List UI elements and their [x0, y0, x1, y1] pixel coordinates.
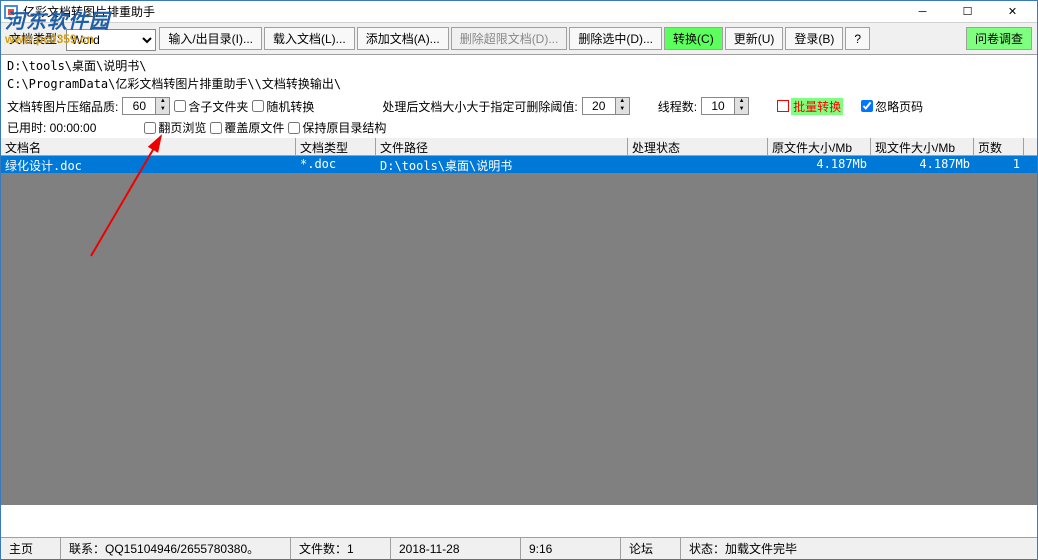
add-doc-button[interactable]: 添加文档(A)... [357, 27, 449, 50]
options-row-2: 已用时: 00:00:00 翻页浏览 覆盖原文件 保持原目录结构 [1, 117, 1037, 138]
input-path: D:\tools\桌面\说明书\ [7, 57, 1031, 75]
app-icon [3, 4, 19, 20]
th-pages[interactable]: 页数 [974, 138, 1024, 155]
info-area: D:\tools\桌面\说明书\ C:\ProgramData\亿彩文档转图片排… [1, 55, 1037, 95]
th-origsize[interactable]: 原文件大小/Mb [768, 138, 871, 155]
flip-checkbox[interactable]: 翻页浏览 [144, 119, 206, 136]
file-table: 文档名 文档类型 文件路径 处理状态 原文件大小/Mb 现文件大小/Mb 页数 … [1, 138, 1037, 505]
spinner-up-icon[interactable]: ▲ [734, 98, 748, 106]
login-button[interactable]: 登录(B) [785, 27, 843, 50]
cell-status [628, 156, 768, 173]
update-button[interactable]: 更新(U) [725, 27, 784, 50]
threads-spinner[interactable]: ▲▼ [701, 97, 749, 115]
options-row-1: 文档转图片压缩品质: ▲▼ 含子文件夹 随机转换 处理后文档大小大于指定可删除阈… [1, 95, 1037, 117]
threads-label: 线程数: [658, 98, 697, 115]
sb-date: 2018-11-28 [391, 538, 521, 559]
threshold-label: 处理后文档大小大于指定可删除阈值: [382, 98, 577, 115]
threshold-input[interactable] [583, 98, 615, 114]
cell-type: *.doc [296, 156, 376, 173]
close-button[interactable]: ✕ [990, 2, 1035, 22]
cell-filename: 绿化设计.doc [1, 156, 296, 173]
titlebar: 亿彩文档转图片排重助手 ─ ☐ ✕ [1, 1, 1037, 23]
quality-label: 文档转图片压缩品质: [7, 98, 118, 115]
table-header: 文档名 文档类型 文件路径 处理状态 原文件大小/Mb 现文件大小/Mb 页数 [1, 138, 1037, 156]
th-path[interactable]: 文件路径 [376, 138, 628, 155]
overwrite-checkbox[interactable]: 覆盖原文件 [210, 119, 284, 136]
cell-pages: 1 [974, 156, 1024, 173]
th-status[interactable]: 处理状态 [628, 138, 768, 155]
cell-path: D:\tools\桌面\说明书 [376, 156, 628, 173]
minimize-button[interactable]: ─ [900, 2, 945, 22]
threshold-spinner[interactable]: ▲▼ [582, 97, 630, 115]
spinner-up-icon[interactable]: ▲ [615, 98, 629, 106]
spinner-down-icon[interactable]: ▼ [615, 106, 629, 114]
elapsed-label: 已用时: 00:00:00 [7, 119, 96, 136]
quality-spinner[interactable]: ▲▼ [122, 97, 170, 115]
spinner-down-icon[interactable]: ▼ [155, 106, 169, 114]
doc-type-select[interactable]: Word [66, 29, 156, 51]
convert-button[interactable]: 转换(C) [664, 27, 723, 50]
th-cursize[interactable]: 现文件大小/Mb [871, 138, 974, 155]
sb-home[interactable]: 主页 [1, 538, 61, 559]
doc-type-label: 文档类型: [5, 25, 64, 52]
quality-input[interactable] [123, 98, 155, 114]
th-filename[interactable]: 文档名 [1, 138, 296, 155]
status-bar: 主页 联系：QQ15104946/2655780380。 文件数：1 2018-… [1, 537, 1037, 559]
window-controls: ─ ☐ ✕ [900, 2, 1035, 22]
del-over-button[interactable]: 删除超限文档(D)... [451, 27, 568, 50]
cell-cursize: 4.187Mb [871, 156, 974, 173]
cell-origsize: 4.187Mb [768, 156, 871, 173]
load-doc-button[interactable]: 载入文档(L)... [264, 27, 355, 50]
th-type[interactable]: 文档类型 [296, 138, 376, 155]
ignore-page-checkbox[interactable]: 忽略页码 [861, 98, 923, 115]
sb-status: 状态：加载文件完毕 [681, 538, 1037, 559]
sb-forum[interactable]: 论坛 [621, 538, 681, 559]
toolbar: 文档类型: Word 输入/出目录(I)... 载入文档(L)... 添加文档(… [1, 23, 1037, 55]
maximize-button[interactable]: ☐ [945, 2, 990, 22]
sb-time: 9:16 [521, 538, 621, 559]
spinner-up-icon[interactable]: ▲ [155, 98, 169, 106]
table-body: 绿化设计.doc *.doc D:\tools\桌面\说明书 4.187Mb 4… [1, 156, 1037, 173]
table-row[interactable]: 绿化设计.doc *.doc D:\tools\桌面\说明书 4.187Mb 4… [1, 156, 1037, 173]
random-checkbox[interactable]: 随机转换 [252, 98, 314, 115]
subfolder-checkbox[interactable]: 含子文件夹 [174, 98, 248, 115]
spinner-down-icon[interactable]: ▼ [734, 106, 748, 114]
batch-checkbox[interactable]: 批量转换 [777, 98, 843, 115]
survey-button[interactable]: 问卷调查 [966, 27, 1032, 50]
help-button[interactable]: ? [845, 27, 870, 50]
keepdir-checkbox[interactable]: 保持原目录结构 [288, 119, 386, 136]
sb-contact: 联系：QQ15104946/2655780380。 [61, 538, 291, 559]
del-sel-button[interactable]: 删除选中(D)... [569, 27, 662, 50]
output-path: C:\ProgramData\亿彩文档转图片排重助手\\文档转换输出\ [7, 75, 1031, 93]
io-dir-button[interactable]: 输入/出目录(I)... [159, 27, 262, 50]
threads-input[interactable] [702, 98, 734, 114]
app-title: 亿彩文档转图片排重助手 [23, 3, 900, 20]
sb-filecount: 文件数：1 [291, 538, 391, 559]
